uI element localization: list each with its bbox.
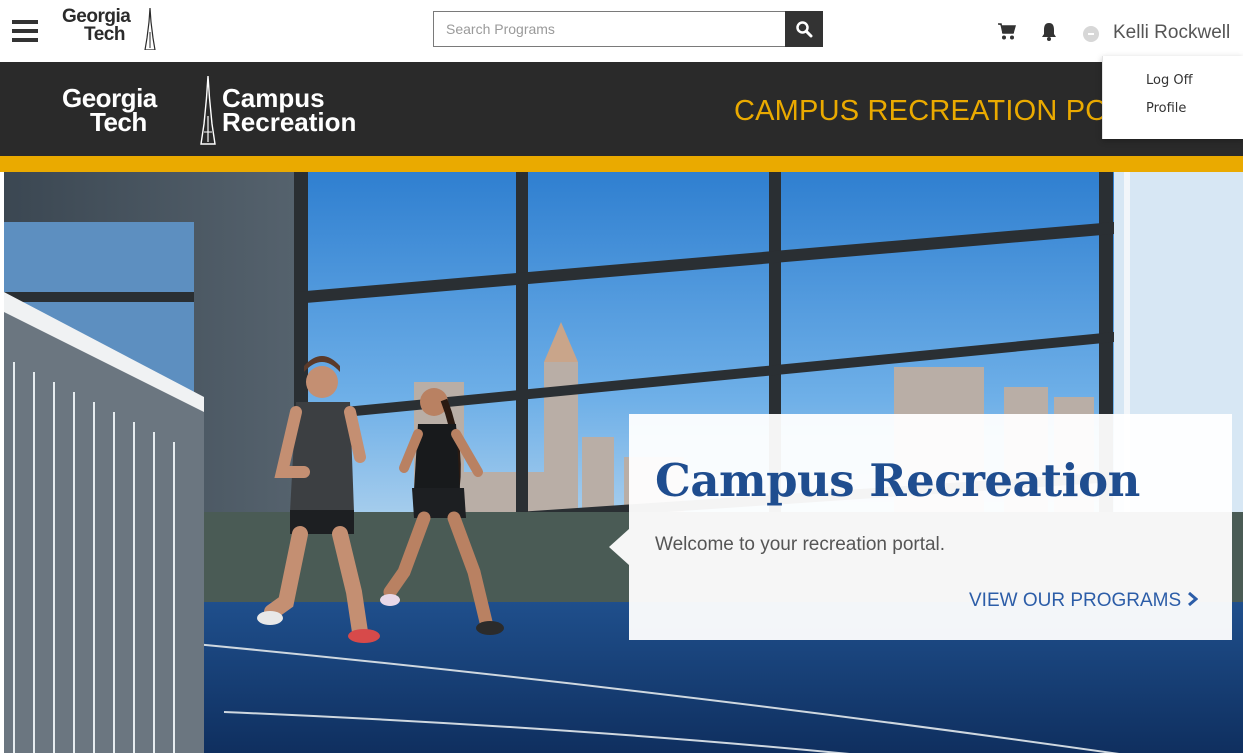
hero-subtitle: Welcome to your recreation portal. bbox=[655, 534, 946, 555]
search-input[interactable] bbox=[433, 11, 785, 47]
view-programs-label: VIEW OUR PROGRAMS bbox=[969, 590, 1182, 611]
search-icon bbox=[796, 21, 813, 38]
logo-word-tech: Tech bbox=[84, 24, 125, 45]
logo-word-recreation: Recreation bbox=[222, 107, 357, 137]
brand-header: Georgia Tech Campus Recreation CAMPUS RE… bbox=[0, 62, 1243, 156]
hamburger-menu-icon[interactable] bbox=[12, 20, 38, 42]
card-pointer bbox=[609, 529, 629, 565]
logo-word-tech: Tech bbox=[90, 107, 147, 137]
welcome-card: Campus Recreation Welcome to your recrea… bbox=[629, 414, 1232, 640]
campus-recreation-logo[interactable]: Georgia Tech Campus Recreation bbox=[62, 76, 402, 146]
top-bar: Georgia Tech Kelli Rockwell bbox=[0, 0, 1243, 62]
chevron-right-icon bbox=[1187, 590, 1199, 612]
accent-rule bbox=[0, 156, 1243, 172]
georgia-tech-logo[interactable]: Georgia Tech bbox=[62, 6, 182, 50]
user-menu-dropdown: Log Off Profile bbox=[1102, 56, 1243, 139]
log-off-link[interactable]: Log Off bbox=[1146, 73, 1193, 88]
tech-tower-icon bbox=[144, 8, 156, 50]
tech-tower-icon bbox=[200, 76, 216, 145]
bell-icon[interactable] bbox=[1041, 22, 1057, 42]
search-bar bbox=[433, 11, 823, 47]
cart-icon[interactable] bbox=[998, 23, 1016, 41]
user-name[interactable]: Kelli Rockwell bbox=[1113, 22, 1230, 44]
profile-link[interactable]: Profile bbox=[1146, 101, 1186, 116]
view-programs-link[interactable]: VIEW OUR PROGRAMS bbox=[969, 590, 1199, 612]
user-avatar-icon[interactable] bbox=[1083, 26, 1099, 42]
search-button[interactable] bbox=[785, 11, 823, 47]
hero-title: Campus Recreation bbox=[655, 454, 1140, 507]
